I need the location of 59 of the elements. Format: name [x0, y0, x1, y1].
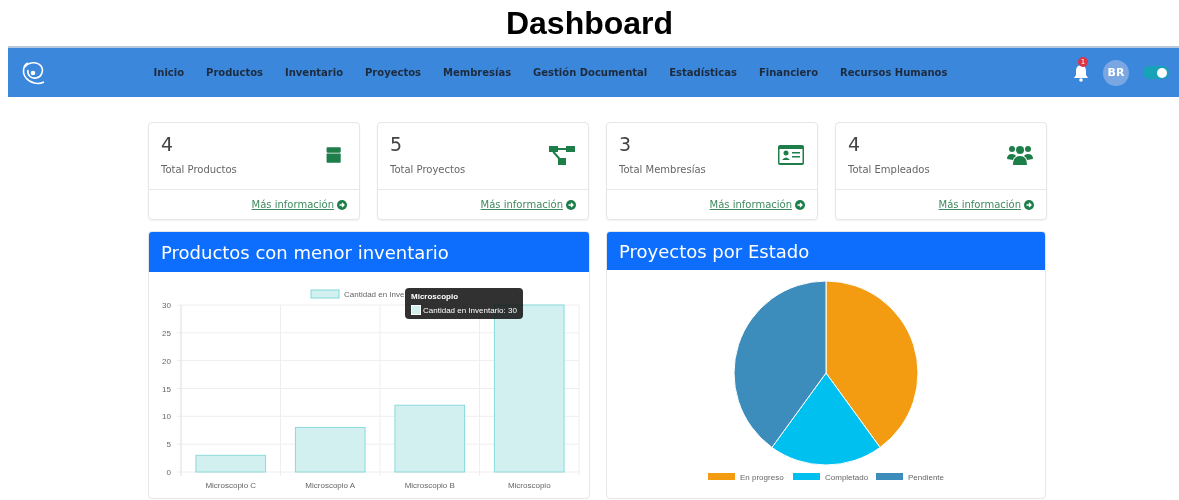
arrow-circle-icon — [566, 199, 576, 210]
tooltip-text: Cantidad en Inventario: 30 — [423, 305, 517, 315]
axis-tick-label: 15 — [162, 384, 171, 394]
bell-icon[interactable] — [1073, 63, 1089, 82]
axis-tick-label: 25 — [162, 328, 171, 338]
stat-label: Total Membresías — [619, 164, 706, 175]
legend-swatch — [708, 473, 735, 480]
nav-link[interactable]: Recursos Humanos — [840, 67, 948, 78]
tooltip-title: Microscopio — [411, 292, 460, 301]
panel-title: Proyectos por Estado — [607, 232, 1045, 270]
stat-value: 4 — [161, 133, 175, 155]
more-info-link[interactable]: Más información — [709, 199, 805, 210]
bar — [195, 454, 267, 473]
page-title: Dashboard — [504, 3, 675, 43]
arrow-circle-icon — [337, 199, 347, 210]
axis-tick-label: 0 — [166, 468, 171, 477]
more-info-link[interactable]: Más información — [938, 199, 1034, 210]
nav-link[interactable]: Membresías — [443, 67, 512, 78]
nav-link[interactable]: Inventario — [285, 67, 344, 78]
more-info-link[interactable]: Más información — [251, 199, 347, 210]
axis-category-label: Microscopio B — [404, 481, 455, 490]
legend-label: En progreso — [740, 473, 784, 482]
nav-link[interactable]: Gestión Documental — [533, 67, 648, 78]
stat-value: 3 — [619, 133, 633, 155]
tooltip-swatch — [411, 305, 421, 315]
nav-link[interactable]: Productos — [206, 67, 263, 78]
more-info-link[interactable]: Más información — [480, 199, 576, 210]
axis-tick-label: 10 — [162, 412, 171, 422]
id-card-icon — [777, 143, 805, 167]
stat-label: Total Productos — [161, 164, 237, 175]
axis-category-label: Microscopio — [507, 481, 551, 490]
nav-link[interactable]: Proyectos — [365, 67, 421, 78]
stat-label: Total Empleados — [848, 164, 930, 175]
theme-toggle[interactable] — [1143, 66, 1169, 79]
axis-tick-label: 20 — [162, 356, 171, 366]
panel-title: Productos con menor inventario — [149, 232, 589, 272]
legend-swatch — [793, 473, 820, 480]
nav-link[interactable]: Financiero — [758, 67, 819, 78]
arrow-circle-icon — [1024, 199, 1034, 210]
sitemap-icon — [548, 143, 576, 167]
legend-label: Completado — [825, 473, 869, 482]
nav-link[interactable]: Inicio — [153, 67, 185, 78]
legend-swatch — [310, 289, 340, 299]
axis-category-label: Microscopio A — [305, 481, 356, 490]
legend-label: Cantidad en Inve — [344, 290, 405, 299]
nav-link[interactable]: Estadísticas — [669, 67, 737, 78]
stat-value: 5 — [390, 133, 404, 155]
stat-label: Total Proyectos — [390, 164, 466, 175]
legend-label: Pendiente — [908, 473, 945, 482]
axis-category-label: Microscopio C — [205, 481, 257, 490]
bar — [394, 404, 466, 473]
axis-tick-label: 30 — [162, 301, 171, 310]
legend-swatch — [876, 473, 903, 480]
user-avatar[interactable]: BR — [1103, 59, 1129, 86]
stat-value: 4 — [848, 133, 862, 155]
bar — [294, 426, 366, 473]
arrow-circle-icon — [795, 199, 805, 210]
users-icon — [1006, 143, 1034, 167]
axis-tick-label: 5 — [166, 440, 171, 450]
